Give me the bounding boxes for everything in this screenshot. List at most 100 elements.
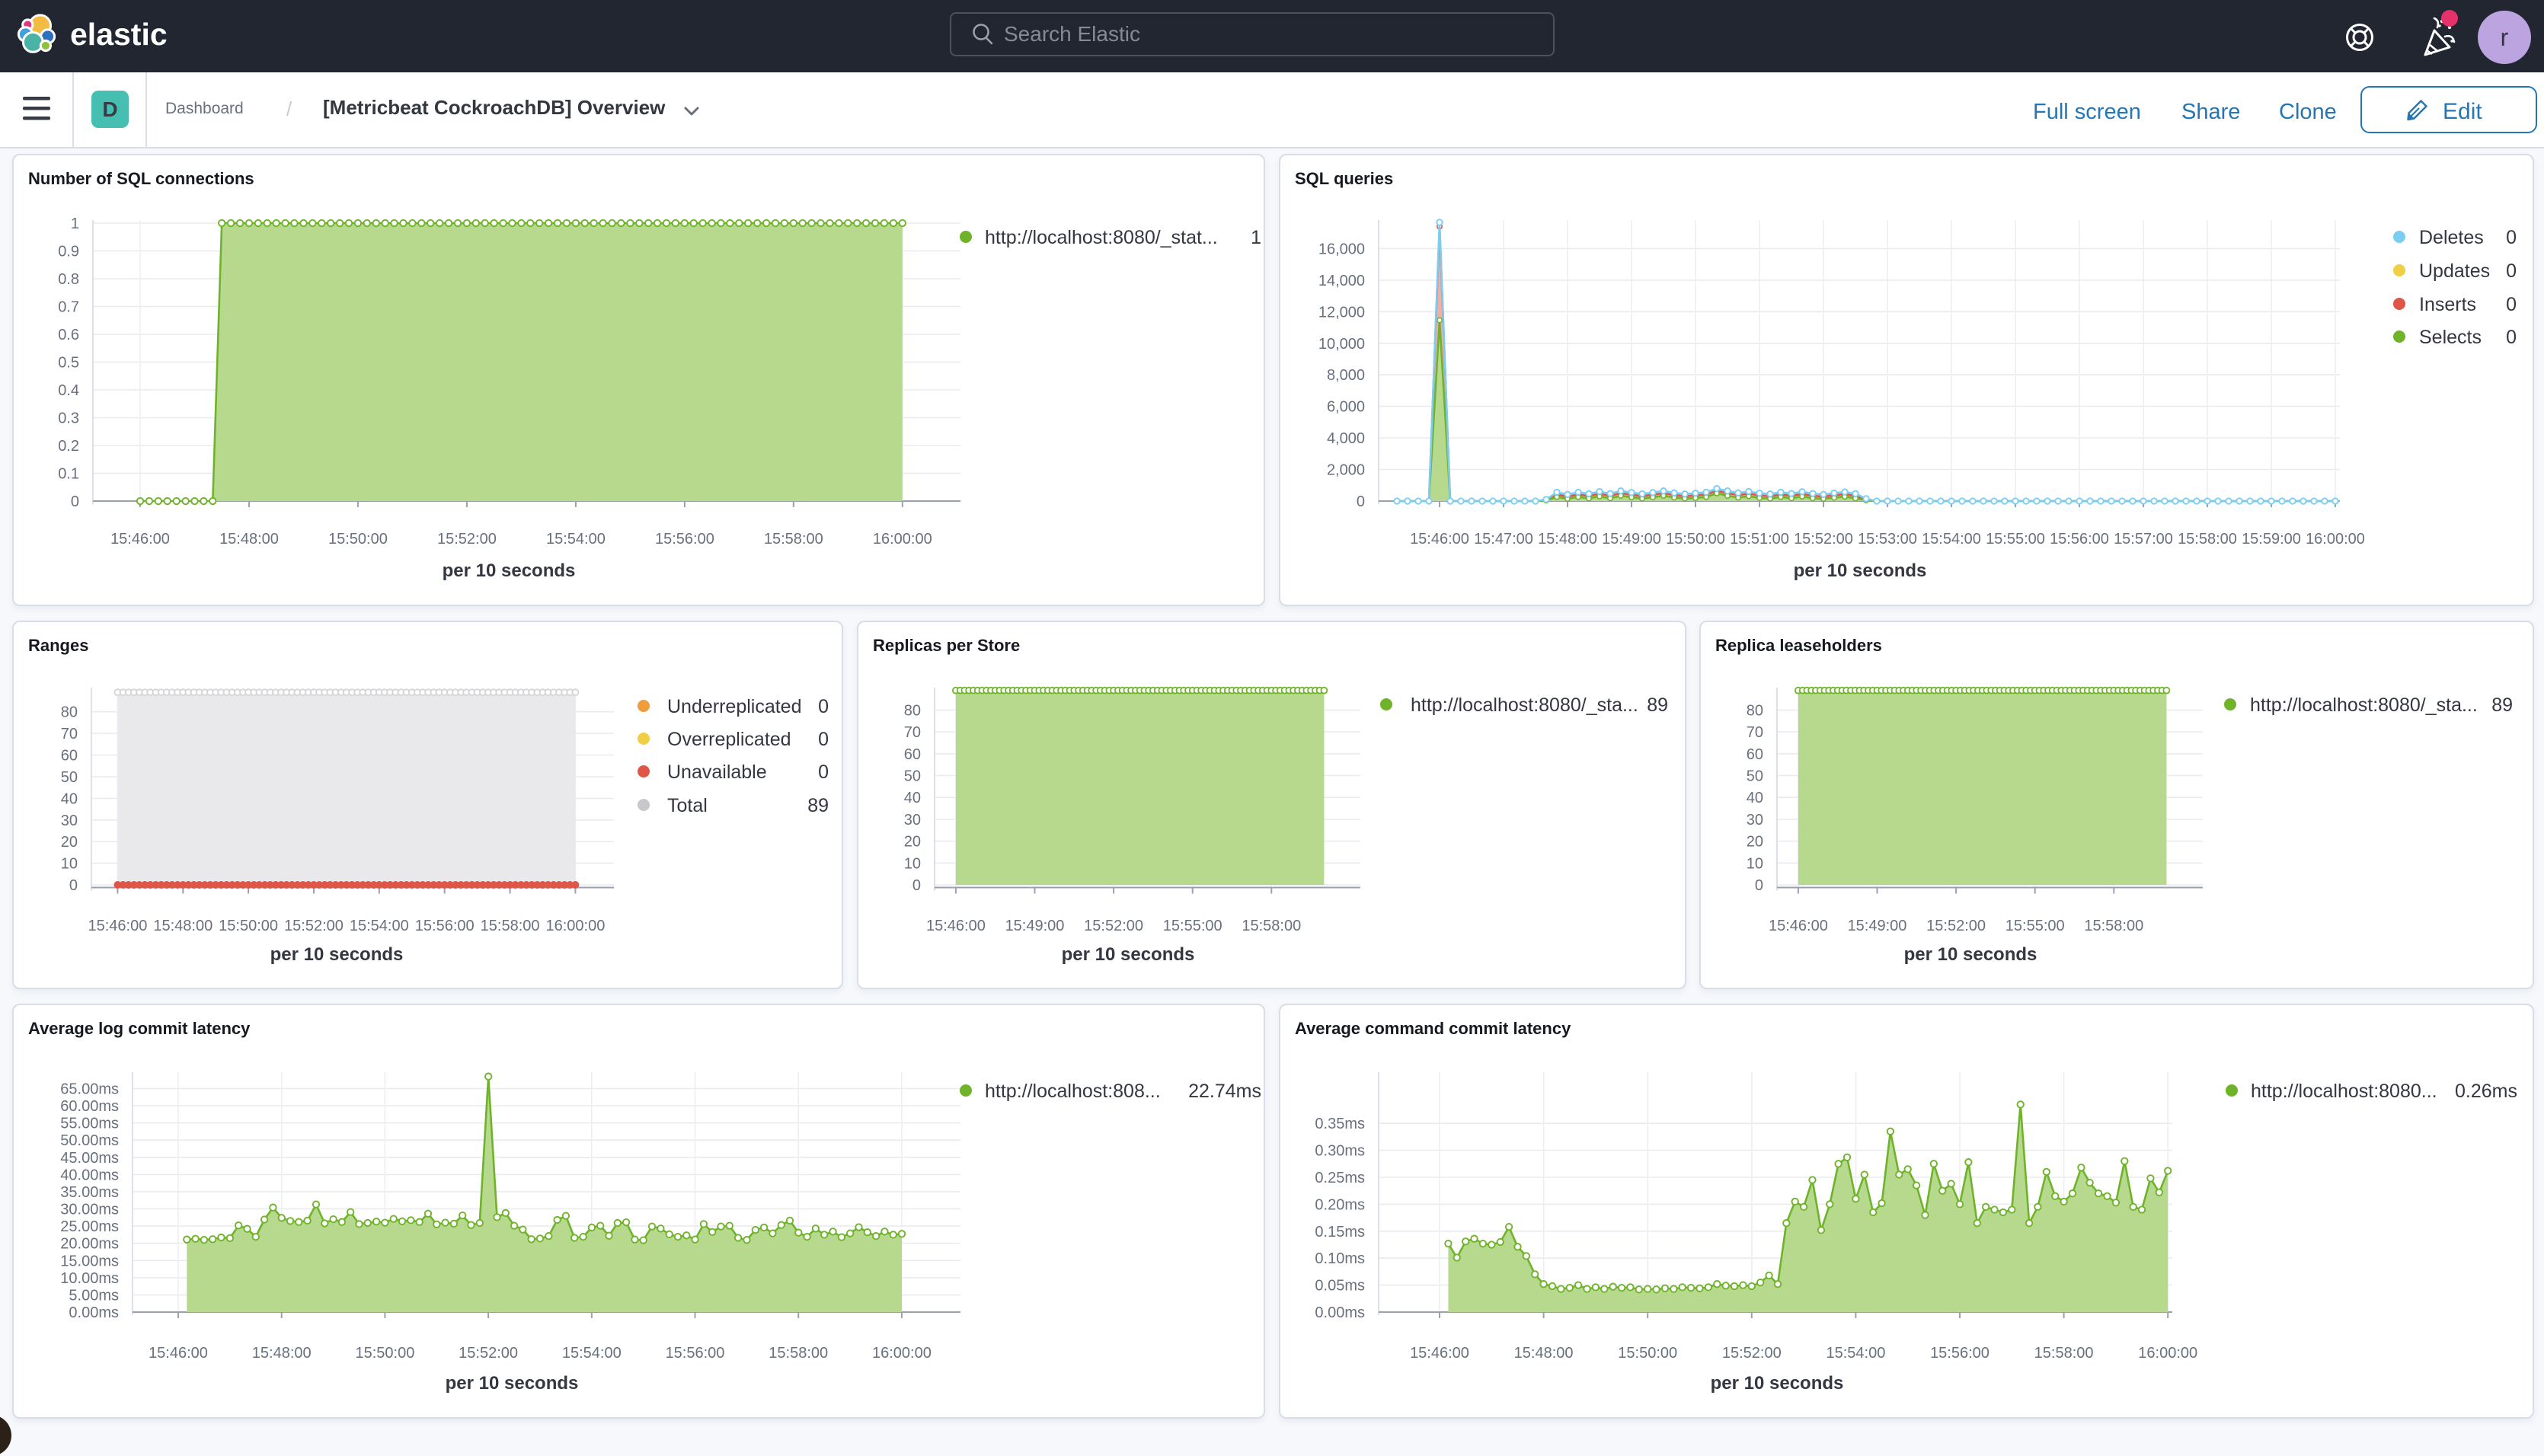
- svg-text:40: 40: [1747, 790, 1763, 806]
- svg-text:50: 50: [904, 768, 921, 785]
- svg-text:15:46:00: 15:46:00: [1410, 1345, 1469, 1362]
- svg-text:70: 70: [61, 726, 78, 742]
- svg-text:15:47:00: 15:47:00: [1474, 531, 1533, 548]
- svg-text:45.00ms: 45.00ms: [60, 1150, 119, 1167]
- svg-text:15:46:00: 15:46:00: [110, 531, 170, 548]
- svg-text:0.6: 0.6: [58, 327, 79, 343]
- svg-text:40: 40: [61, 790, 78, 807]
- svg-text:Underreplicated: Underreplicated: [667, 696, 802, 717]
- svg-text:http://localhost:808...: http://localhost:808...: [985, 1081, 1161, 1102]
- svg-text:15:49:00: 15:49:00: [1602, 531, 1661, 548]
- svg-text:0.5: 0.5: [58, 355, 79, 372]
- svg-text:0.3: 0.3: [58, 410, 79, 427]
- svg-text:15:58:00: 15:58:00: [481, 918, 540, 934]
- svg-text:per 10 seconds: per 10 seconds: [1711, 1373, 1844, 1394]
- svg-text:0.9: 0.9: [58, 244, 79, 260]
- svg-text:Average command commit latency: Average command commit latency: [1295, 1019, 1571, 1038]
- svg-text:80: 80: [1747, 702, 1763, 719]
- svg-text:15:48:00: 15:48:00: [153, 918, 213, 934]
- svg-text:0.35ms: 0.35ms: [1315, 1116, 1365, 1132]
- svg-text:16:00:00: 16:00:00: [872, 1345, 932, 1362]
- svg-text:0.2: 0.2: [58, 438, 79, 455]
- svg-text:15:52:00: 15:52:00: [1722, 1345, 1782, 1362]
- svg-text:0: 0: [2506, 227, 2517, 248]
- svg-text:0.10ms: 0.10ms: [1315, 1250, 1365, 1267]
- svg-text:15:56:00: 15:56:00: [2050, 531, 2109, 548]
- svg-text:15:56:00: 15:56:00: [655, 531, 714, 548]
- svg-text:0.25ms: 0.25ms: [1315, 1170, 1365, 1186]
- svg-text:55.00ms: 55.00ms: [60, 1116, 119, 1132]
- svg-text:Replicas per Store: Replicas per Store: [873, 636, 1020, 655]
- svg-text:8,000: 8,000: [1327, 367, 1365, 384]
- svg-text:15:58:00: 15:58:00: [2034, 1345, 2094, 1362]
- svg-text:15:46:00: 15:46:00: [88, 918, 147, 934]
- svg-text:15:50:00: 15:50:00: [355, 1345, 414, 1362]
- svg-text:Selects: Selects: [2419, 327, 2482, 348]
- svg-text:15:49:00: 15:49:00: [1005, 918, 1065, 934]
- svg-text:0.20ms: 0.20ms: [1315, 1196, 1365, 1213]
- svg-text:15:48:00: 15:48:00: [219, 531, 279, 548]
- svg-text:25.00ms: 25.00ms: [60, 1218, 119, 1235]
- svg-text:0.00ms: 0.00ms: [69, 1304, 119, 1321]
- svg-text:30: 30: [1747, 812, 1763, 829]
- svg-text:0: 0: [818, 696, 829, 717]
- svg-text:30.00ms: 30.00ms: [60, 1202, 119, 1218]
- svg-text:16:00:00: 16:00:00: [545, 918, 605, 934]
- svg-text:0: 0: [1357, 493, 1365, 510]
- svg-text:0.7: 0.7: [58, 299, 79, 316]
- svg-text:60: 60: [904, 746, 921, 763]
- svg-text:15:52:00: 15:52:00: [1794, 531, 1853, 548]
- svg-text:70: 70: [904, 724, 921, 741]
- svg-text:15:53:00: 15:53:00: [1858, 531, 1917, 548]
- svg-text:Updates: Updates: [2419, 260, 2490, 282]
- svg-text:89: 89: [1647, 694, 1668, 716]
- svg-text:0.4: 0.4: [58, 382, 79, 399]
- svg-text:per 10 seconds: per 10 seconds: [1794, 560, 1927, 581]
- svg-text:15:58:00: 15:58:00: [769, 1345, 828, 1362]
- svg-text:15:52:00: 15:52:00: [459, 1345, 518, 1362]
- svg-text:15:50:00: 15:50:00: [219, 918, 278, 934]
- svg-text:0.1: 0.1: [58, 466, 79, 483]
- svg-text:Unavailable: Unavailable: [667, 762, 767, 783]
- svg-text:per 10 seconds: per 10 seconds: [270, 944, 404, 965]
- svg-text:0: 0: [1755, 877, 1763, 894]
- svg-text:20: 20: [904, 834, 921, 851]
- svg-text:14,000: 14,000: [1318, 273, 1365, 289]
- svg-text:15:48:00: 15:48:00: [1538, 531, 1597, 548]
- svg-text:Deletes: Deletes: [2419, 227, 2484, 248]
- svg-text:10.00ms: 10.00ms: [60, 1270, 119, 1287]
- svg-text:65.00ms: 65.00ms: [60, 1081, 119, 1098]
- svg-text:15:58:00: 15:58:00: [1242, 918, 1301, 934]
- svg-text:20.00ms: 20.00ms: [60, 1236, 119, 1253]
- svg-text:15:52:00: 15:52:00: [437, 531, 497, 548]
- svg-text:per 10 seconds: per 10 seconds: [1062, 944, 1195, 965]
- svg-text:0: 0: [69, 877, 78, 894]
- svg-text:70: 70: [1747, 724, 1763, 741]
- svg-text:15:57:00: 15:57:00: [2114, 531, 2173, 548]
- svg-text:12,000: 12,000: [1318, 304, 1365, 321]
- svg-text:Inserts: Inserts: [2419, 294, 2476, 315]
- svg-text:2,000: 2,000: [1327, 462, 1365, 479]
- svg-text:http://localhost:8080/_sta...: http://localhost:8080/_sta...: [1411, 694, 1638, 716]
- svg-text:35.00ms: 35.00ms: [60, 1184, 119, 1201]
- svg-text:80: 80: [61, 704, 78, 721]
- svg-text:0: 0: [818, 729, 829, 750]
- svg-text:22.74ms: 22.74ms: [1188, 1081, 1261, 1102]
- svg-text:Average log commit latency: Average log commit latency: [28, 1019, 251, 1038]
- svg-text:15:58:00: 15:58:00: [764, 531, 823, 548]
- svg-text:0: 0: [2506, 260, 2517, 282]
- svg-text:15:55:00: 15:55:00: [1163, 918, 1222, 934]
- svg-text:4,000: 4,000: [1327, 430, 1365, 447]
- svg-text:16,000: 16,000: [1318, 241, 1365, 257]
- svg-text:5.00ms: 5.00ms: [69, 1287, 119, 1304]
- svg-text:15:58:00: 15:58:00: [2178, 531, 2237, 548]
- svg-text:80: 80: [904, 702, 921, 719]
- svg-text:15:54:00: 15:54:00: [1826, 1345, 1885, 1362]
- svg-text:89: 89: [807, 795, 829, 816]
- svg-text:0.15ms: 0.15ms: [1315, 1224, 1365, 1240]
- svg-text:0: 0: [818, 762, 829, 783]
- svg-text:6,000: 6,000: [1327, 399, 1365, 416]
- svg-text:15:56:00: 15:56:00: [1930, 1345, 1989, 1362]
- svg-text:50: 50: [1747, 768, 1763, 785]
- svg-text:15:54:00: 15:54:00: [350, 918, 409, 934]
